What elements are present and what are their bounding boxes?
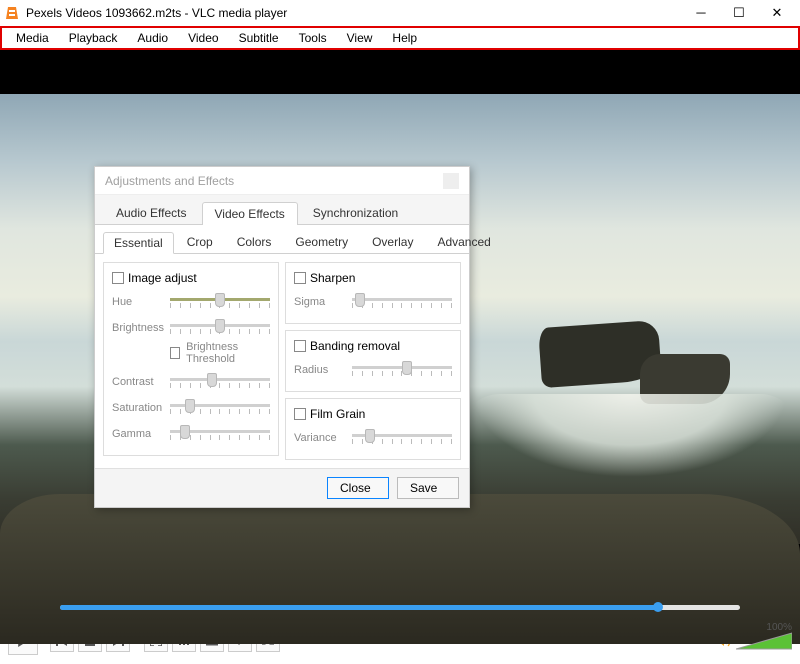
- checkbox-film-grain[interactable]: [294, 408, 306, 420]
- slider-contrast[interactable]: [170, 373, 270, 391]
- group-film-grain: Film Grain Variance: [285, 398, 461, 460]
- menu-bar: Media Playback Audio Video Subtitle Tool…: [0, 26, 800, 50]
- tab-synchronization[interactable]: Synchronization: [300, 201, 411, 224]
- label-brightness-threshold: Brightness Threshold: [186, 341, 270, 365]
- group-sharpen: Sharpen Sigma: [285, 262, 461, 324]
- slider-hue[interactable]: [170, 293, 270, 311]
- label-brightness: Brightness: [112, 322, 164, 334]
- window-title: Pexels Videos 1093662.m2ts - VLC media p…: [26, 6, 682, 20]
- close-button[interactable]: ✕: [758, 0, 796, 26]
- slider-gamma[interactable]: [170, 425, 270, 443]
- label-saturation: Saturation: [112, 402, 164, 414]
- dialog-close-icon[interactable]: [443, 173, 459, 189]
- slider-saturation[interactable]: [170, 399, 270, 417]
- menu-tools[interactable]: Tools: [289, 28, 337, 48]
- title-bar: Pexels Videos 1093662.m2ts - VLC media p…: [0, 0, 800, 26]
- slider-variance[interactable]: [352, 429, 452, 447]
- effects-dialog: Adjustments and Effects Audio Effects Vi…: [94, 166, 470, 508]
- menu-subtitle[interactable]: Subtitle: [229, 28, 289, 48]
- seek-knob[interactable]: [653, 602, 663, 612]
- slider-brightness[interactable]: [170, 319, 270, 337]
- label-banding-removal: Banding removal: [310, 339, 400, 353]
- tab-audio-effects[interactable]: Audio Effects: [103, 201, 200, 224]
- volume-slider[interactable]: 100%: [736, 632, 792, 650]
- label-contrast: Contrast: [112, 376, 164, 388]
- seek-bar[interactable]: [60, 602, 740, 612]
- subtab-colors[interactable]: Colors: [226, 231, 283, 253]
- maximize-button[interactable]: ☐: [720, 0, 758, 26]
- checkbox-banding-removal[interactable]: [294, 340, 306, 352]
- subtab-geometry[interactable]: Geometry: [284, 231, 359, 253]
- checkbox-image-adjust[interactable]: [112, 272, 124, 284]
- subtab-overlay[interactable]: Overlay: [361, 231, 424, 253]
- subtab-essential[interactable]: Essential: [103, 232, 174, 254]
- close-dialog-button[interactable]: Close: [327, 477, 389, 499]
- label-radius: Radius: [294, 364, 346, 376]
- label-hue: Hue: [112, 296, 164, 308]
- menu-media[interactable]: Media: [6, 28, 59, 48]
- checkbox-sharpen[interactable]: [294, 272, 306, 284]
- menu-video[interactable]: Video: [178, 28, 228, 48]
- tab-video-effects[interactable]: Video Effects: [202, 202, 298, 225]
- label-image-adjust: Image adjust: [128, 271, 197, 285]
- video-area[interactable]: Adjustments and Effects Audio Effects Vi…: [0, 50, 800, 590]
- minimize-button[interactable]: ─: [682, 0, 720, 26]
- label-sharpen: Sharpen: [310, 271, 355, 285]
- menu-playback[interactable]: Playback: [59, 28, 128, 48]
- slider-radius[interactable]: [352, 361, 452, 379]
- checkbox-brightness-threshold[interactable]: [170, 347, 180, 359]
- dialog-title: Adjustments and Effects: [105, 174, 234, 188]
- label-film-grain: Film Grain: [310, 407, 365, 421]
- volume-percent: 100%: [766, 622, 792, 633]
- slider-sigma[interactable]: [352, 293, 452, 311]
- label-variance: Variance: [294, 432, 346, 444]
- label-gamma: Gamma: [112, 428, 164, 440]
- save-dialog-button[interactable]: Save: [397, 477, 459, 499]
- subtab-crop[interactable]: Crop: [176, 231, 224, 253]
- label-sigma: Sigma: [294, 296, 346, 308]
- group-image-adjust: Image adjust Hue Brightness: [103, 262, 279, 456]
- menu-audio[interactable]: Audio: [127, 28, 178, 48]
- seek-fill: [60, 605, 658, 610]
- subtab-advanced[interactable]: Advanced: [426, 231, 501, 253]
- menu-help[interactable]: Help: [382, 28, 427, 48]
- vlc-icon: [4, 5, 20, 21]
- menu-view[interactable]: View: [337, 28, 383, 48]
- group-banding-removal: Banding removal Radius: [285, 330, 461, 392]
